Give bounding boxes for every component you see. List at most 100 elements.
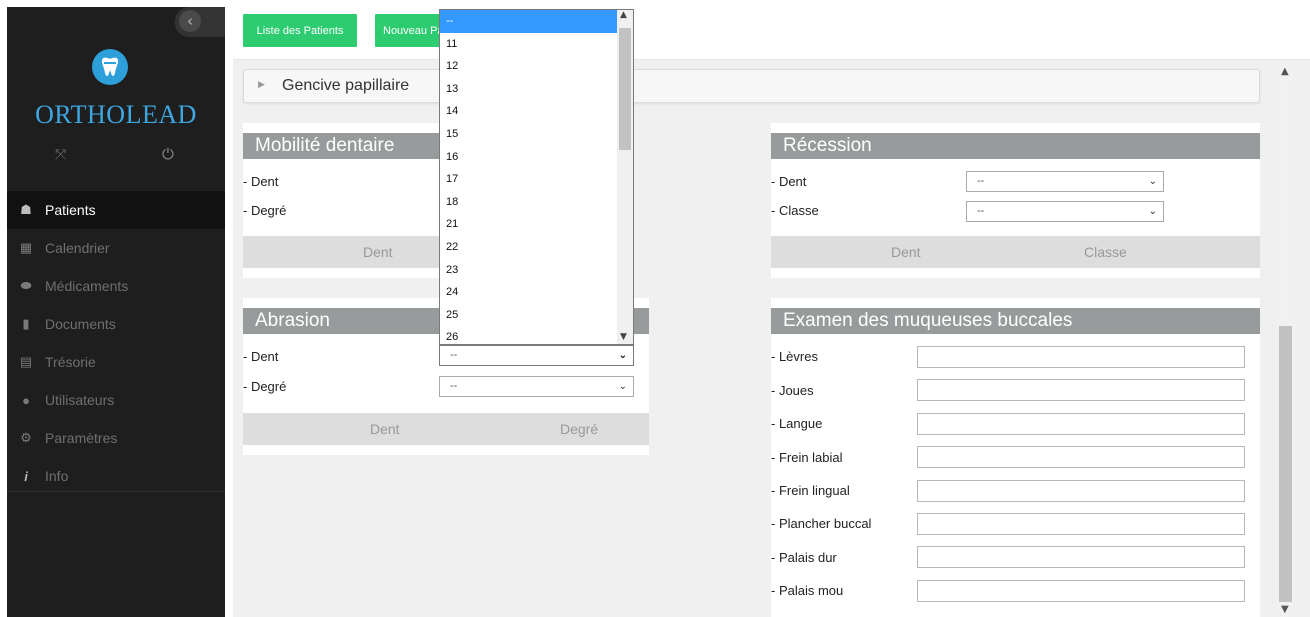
main-content: Liste des Patients Nouveau Patient ▶ Gen… [233,0,1310,617]
page-scrollbar[interactable]: ▲ ▼ [1277,64,1294,617]
dropdown-option[interactable]: 12 [440,55,617,78]
sidebar-item-label: Documents [45,316,116,332]
dropdown-option[interactable]: 15 [440,123,617,146]
dent-label: - Dent [771,174,807,189]
degre-select[interactable]: -- ⌄ [439,376,634,397]
sidebar-item-info[interactable]: i Info [7,457,225,495]
sidebar-item-label: Calendrier [45,240,110,256]
select-value: -- [450,349,458,361]
sidebar-item-medicaments[interactable]: ⬬ Médicaments [7,267,225,305]
sidebar-nav: ☗ Patients ▦ Calendrier ⬬ Médicaments ▮ … [7,191,225,495]
table-header: Dent Classe [771,236,1260,268]
sidebar-collapse-button[interactable]: ‹ [175,7,225,37]
dropdown-option[interactable]: 26 [440,326,617,344]
user-icon: ● [22,392,30,408]
examen-panel: Examen des muqueuses buccales - Lèvres -… [771,298,1260,617]
scrollbar-thumb[interactable] [1279,326,1292,602]
select-value: -- [450,380,458,392]
column-header-classe: Classe [1084,244,1127,260]
dent-select[interactable]: -- ⌄ [439,345,634,366]
dropdown-option[interactable]: 13 [440,78,617,101]
new-patient-button[interactable]: Nouveau Patient [375,14,441,47]
sidebar-item-label: Utilisateurs [45,392,115,408]
power-icon[interactable]: ⏻ [162,145,174,163]
panel-title: Examen des muqueuses buccales [771,308,1260,334]
frein-labial-input[interactable] [917,446,1245,468]
dropdown-option[interactable]: 18 [440,191,617,214]
palais-mou-label: - Palais mou [771,583,844,598]
chevron-down-icon: ⌄ [1148,176,1157,187]
dropdown-option[interactable]: 16 [440,146,617,169]
scroll-up-icon[interactable]: ▲ [1281,66,1289,77]
select-value: -- [977,175,985,187]
frein-lingual-label: - Frein lingual [771,483,850,498]
brand-name: ORTHOLEAD [35,100,197,129]
dent-dropdown-list[interactable]: -- 11 12 13 14 15 16 17 18 21 22 23 24 2… [439,9,634,345]
sidebar-item-calendrier[interactable]: ▦ Calendrier [7,229,225,267]
section-title: Gencive papillaire [282,77,410,94]
dropdown-scrollbar[interactable]: ▲ ▼ [617,10,633,344]
cash-register-icon: ▤ [19,354,33,369]
dropdown-option[interactable]: -- [440,10,617,33]
document-icon: ▮ [22,316,30,331]
sidebar-item-label: Trésorie [45,354,96,370]
dropdown-option[interactable]: 25 [440,304,617,327]
chevron-left-icon[interactable]: ‹ [179,10,201,32]
scrollbar-thumb[interactable] [619,28,631,150]
sidebar-item-label: Patients [45,202,96,218]
column-header-dent: Dent [370,421,400,437]
patient-list-button[interactable]: Liste des Patients [243,14,357,47]
fullscreen-icon[interactable]: ⤧ [55,147,66,163]
levres-input[interactable] [917,346,1245,368]
chevron-down-icon: ⌄ [618,381,627,392]
sidebar: ‹ ORTHOLEAD ⤧ ⏻ ☗ Patients ▦ Calendrier … [7,7,225,617]
gencive-section-header[interactable]: ▶ Gencive papillaire [243,69,1260,103]
dropdown-option[interactable]: 17 [440,168,617,191]
dropdown-option[interactable]: 21 [440,213,617,236]
sidebar-item-tresorie[interactable]: ▤ Trésorie [7,343,225,381]
dropdown-option[interactable]: 24 [440,281,617,304]
table-header: Dent Degré [243,413,649,445]
sidebar-item-parametres[interactable]: ⚙ Paramètres [7,419,225,457]
dent-select[interactable]: -- ⌄ [966,171,1164,192]
column-header-degre: Degré [560,421,599,437]
select-value: -- [977,205,985,217]
dropdown-option[interactable]: 14 [440,100,617,123]
chevron-down-icon: ⌄ [618,350,627,361]
sidebar-item-label: Paramètres [45,430,118,446]
divider [7,491,225,492]
palais-mou-input[interactable] [917,580,1245,602]
scroll-down-icon[interactable]: ▼ [620,332,627,342]
calendar-icon: ▦ [19,240,33,255]
recession-panel: Récession - Dent -- ⌄ - Classe -- ⌄ Dent… [771,123,1260,278]
levres-label: - Lèvres [771,349,818,364]
joues-label: - Joues [771,383,814,398]
joues-input[interactable] [917,379,1245,401]
classe-select[interactable]: -- ⌄ [966,201,1164,222]
frein-labial-label: - Frein labial [771,450,843,465]
sidebar-item-utilisateurs[interactable]: ● Utilisateurs [7,381,225,419]
langue-input[interactable] [917,413,1245,435]
dent-label: - Dent [243,174,279,189]
degre-label: - Degré [243,203,287,218]
sidebar-item-label: Info [45,468,69,484]
dropdown-option[interactable]: 23 [440,259,617,282]
plancher-buccal-input[interactable] [917,513,1245,535]
sidebar-item-patients[interactable]: ☗ Patients [7,191,225,229]
column-header-dent: Dent [363,244,393,260]
column-header-dent: Dent [891,244,921,260]
pill-icon: ⬬ [20,278,32,293]
dropdown-option[interactable]: 22 [440,236,617,259]
scroll-up-icon[interactable]: ▲ [620,10,627,20]
dropdown-option[interactable]: 11 [440,33,617,56]
degre-label: - Degré [243,379,287,394]
tooth-logo-icon [92,49,128,85]
palais-dur-label: - Palais dur [771,550,837,565]
sidebar-item-documents[interactable]: ▮ Documents [7,305,225,343]
palais-dur-input[interactable] [917,546,1245,568]
gears-icon: ⚙ [20,430,32,445]
frein-lingual-input[interactable] [917,480,1245,502]
scroll-down-icon[interactable]: ▼ [1281,604,1289,615]
sidebar-item-label: Médicaments [45,278,129,294]
panel-title: Récession [771,133,1260,159]
